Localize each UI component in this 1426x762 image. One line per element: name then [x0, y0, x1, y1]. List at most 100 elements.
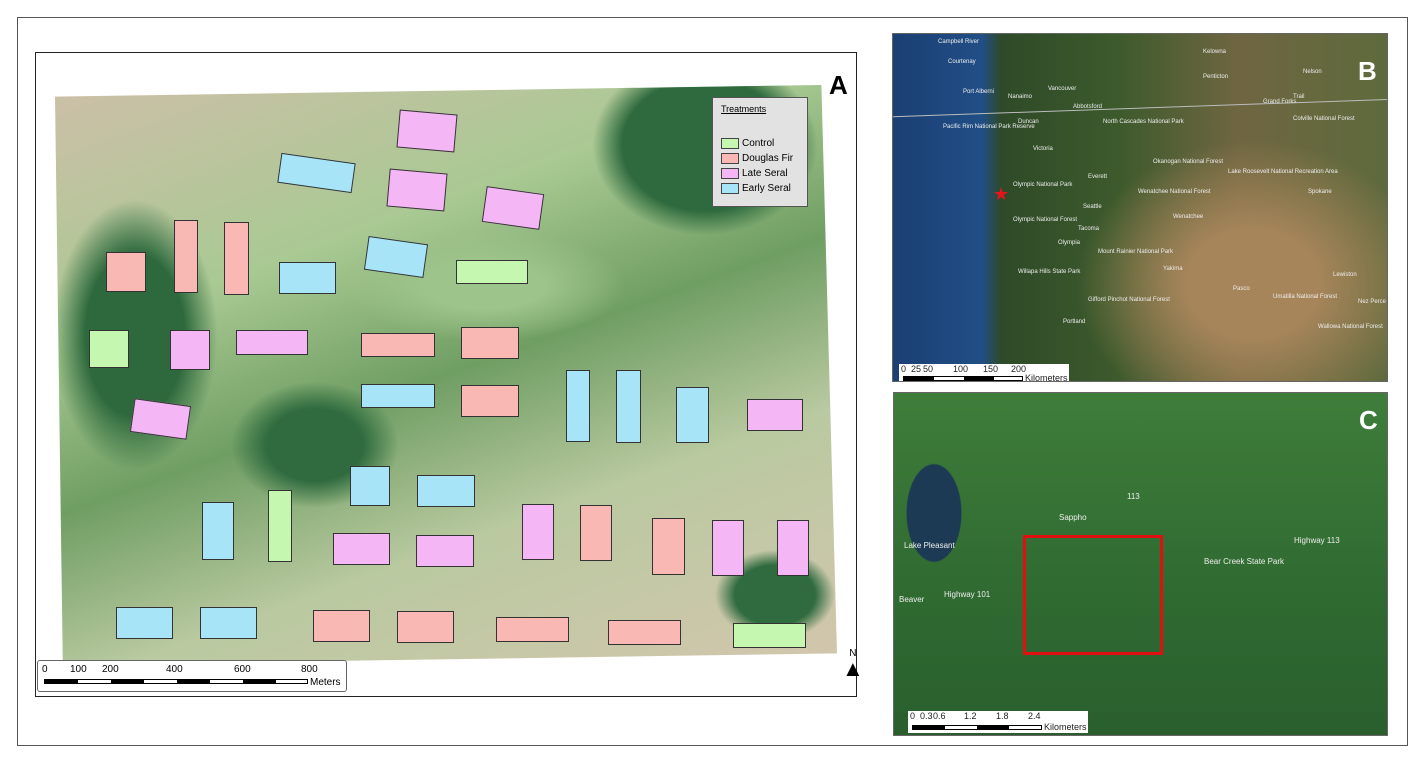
place-label: Wallowa National Forest	[1318, 324, 1383, 330]
scale-bar	[903, 376, 1023, 381]
plot-late	[333, 533, 390, 565]
place-label: Umatilla National Forest	[1273, 294, 1338, 300]
plot-douglas	[174, 220, 198, 293]
scale-tick: 25	[911, 364, 922, 374]
scale-tick: 0	[910, 711, 916, 721]
scale-tick: 1.8	[996, 711, 1009, 721]
panel-label-c: C	[1359, 405, 1378, 435]
scale-bar	[44, 679, 308, 684]
place-label: Seattle	[1083, 204, 1102, 210]
place-label: Port Alberni	[963, 89, 995, 95]
scale-tick: 400	[166, 664, 183, 675]
legend-item-control: Control	[721, 136, 799, 151]
scale-tick: 600	[234, 664, 251, 675]
plot-early	[566, 370, 590, 442]
study-site-star-icon: ★	[993, 184, 1010, 204]
legend-item-douglas-fir: Douglas Fir	[721, 151, 799, 166]
panel-b-regional-map: Campbell River Courtenay Port Alberni Nanai…	[892, 33, 1388, 382]
scale-tick: 150	[983, 364, 999, 374]
place-label: Pasco	[1233, 286, 1250, 292]
plot-late	[170, 330, 210, 370]
place-label: Penticton	[1203, 74, 1229, 80]
place-label: Lewiston	[1333, 272, 1357, 278]
place-label: Highway 113	[1294, 536, 1340, 545]
plot-early	[676, 387, 709, 443]
scale-tick: 100	[70, 664, 87, 675]
place-label: Olympia	[1058, 240, 1081, 246]
plot-douglas	[361, 333, 435, 357]
scale-tick: 0	[901, 364, 907, 374]
scale-tick: 0.6	[933, 711, 946, 721]
plot-douglas	[461, 385, 519, 417]
plot-douglas	[608, 620, 681, 645]
plot-douglas	[224, 222, 249, 295]
plot-late	[416, 535, 474, 567]
plot-early	[417, 475, 475, 507]
plot-douglas	[461, 327, 519, 359]
plot-early	[350, 466, 390, 506]
scale-unit: Meters	[310, 677, 341, 688]
plot-early	[202, 502, 234, 560]
place-label: Wenatchee	[1173, 214, 1204, 220]
plot-douglas	[496, 617, 569, 642]
place-label: Courtenay	[948, 59, 976, 65]
plot-control	[456, 260, 528, 284]
scale-tick: 0.3	[920, 711, 933, 721]
border-line	[893, 98, 1387, 118]
study-area-box	[1023, 535, 1163, 655]
place-label: Lake Pleasant	[904, 541, 955, 550]
plot-late	[396, 109, 458, 153]
plot-control	[89, 330, 129, 368]
panel-label-a: A	[829, 70, 848, 100]
plot-early	[279, 262, 336, 294]
plot-early	[361, 384, 435, 408]
place-label: Beaver	[899, 595, 925, 604]
north-arrow: N ▲	[842, 648, 864, 681]
legend-title: Treatments	[721, 104, 767, 114]
place-label: Portland	[1063, 319, 1086, 325]
scale-tick: 2.4	[1028, 711, 1041, 721]
scale-tick: 200	[102, 664, 119, 675]
place-label: Trail	[1293, 94, 1305, 100]
scale-bar-kilometers-b: 0 25 50 100 150 200 Kilometers	[899, 364, 1069, 381]
place-label: Lake Roosevelt National Recreation Area	[1228, 169, 1338, 175]
place-label: Everett	[1088, 174, 1108, 180]
scale-tick: 50	[923, 364, 934, 374]
plot-late	[386, 168, 448, 212]
treatments-legend: Treatments Control Douglas Fir Late Sera…	[712, 97, 808, 207]
scale-tick: 100	[953, 364, 969, 374]
plot-douglas	[397, 611, 454, 643]
plot-early	[116, 607, 173, 639]
scale-bar-kilometers-c: 0 0.3 0.6 1.2 1.8 2.4 Kilometers	[908, 711, 1088, 733]
place-label: Olympic National Forest	[1013, 217, 1078, 223]
legend-item-late-seral: Late Seral	[721, 166, 799, 181]
place-label: Olympic National Park	[1013, 182, 1073, 188]
plot-douglas	[580, 505, 612, 561]
plot-control	[268, 490, 292, 562]
place-label: Campbell River	[938, 39, 980, 45]
place-label: Kelowna	[1203, 49, 1227, 55]
plot-control	[733, 623, 806, 648]
plot-douglas	[652, 518, 685, 575]
scale-tick: 1.2	[964, 711, 977, 721]
panel-c-local-map: Lake Pleasant Sappho Beaver Highway 101 High…	[893, 392, 1388, 736]
scale-tick: 0	[42, 664, 48, 675]
scale-unit: Kilometers	[1044, 722, 1087, 732]
scale-bar	[912, 725, 1042, 730]
scale-tick: 200	[1011, 364, 1027, 374]
place-label: Yakima	[1163, 266, 1183, 272]
north-arrow-icon: ▲	[842, 656, 864, 681]
place-label: North Cascades National Park	[1103, 119, 1184, 125]
place-label: 113	[1127, 492, 1140, 501]
plot-late	[712, 520, 744, 576]
place-label: Gifford Pinchot National Forest	[1088, 297, 1170, 303]
plot-early	[616, 370, 641, 443]
plot-early	[200, 607, 257, 639]
place-label: Grand Forks	[1263, 99, 1297, 105]
scale-tick: 800	[301, 664, 318, 675]
place-label: Nez Perce National Historical Park	[1358, 299, 1387, 305]
place-label: Sappho	[1059, 513, 1087, 522]
place-label: Okanogan National Forest	[1153, 159, 1224, 165]
panel-label-b: B	[1358, 56, 1377, 86]
plot-late	[522, 504, 554, 560]
